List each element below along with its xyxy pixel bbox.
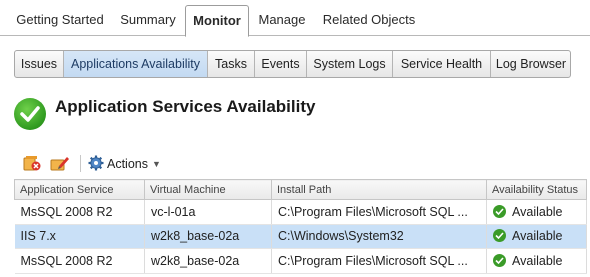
- table-row[interactable]: MsSQL 2008 R2 w2k8_base-02a C:\Program F…: [14, 248, 587, 274]
- actions-label: Actions: [107, 157, 148, 171]
- cell-service: MsSQL 2008 R2: [14, 248, 145, 274]
- column-header-availability-status[interactable]: Availability Status: [486, 179, 587, 200]
- tab-related-objects[interactable]: Related Objects: [316, 5, 422, 36]
- tab-summary[interactable]: Summary: [112, 5, 184, 36]
- cell-vm: w2k8_base-02a: [144, 248, 272, 274]
- chevron-down-icon: ▼: [152, 159, 161, 169]
- subtab-events[interactable]: Events: [255, 51, 307, 77]
- status-text: Available: [512, 229, 563, 244]
- cell-status: Available: [486, 248, 587, 274]
- page-title: Application Services Availability: [55, 97, 316, 116]
- tab-manage[interactable]: Manage: [251, 5, 313, 36]
- subtab-applications-availability[interactable]: Applications Availability: [64, 51, 208, 77]
- cell-service: MsSQL 2008 R2: [14, 199, 145, 225]
- cell-path: C:\Program Files\Microsoft SQL ...: [271, 248, 487, 274]
- cell-vm: w2k8_base-02a: [144, 224, 272, 249]
- status-text: Available: [512, 204, 563, 219]
- tab-getting-started[interactable]: Getting Started: [10, 5, 110, 36]
- subtab-issues[interactable]: Issues: [15, 51, 64, 77]
- edit-service-icon[interactable]: [50, 154, 70, 172]
- subtab-log-browser[interactable]: Log Browser: [491, 51, 571, 77]
- green-check-icon: [14, 98, 46, 130]
- table-row[interactable]: MsSQL 2008 R2 vc-l-01a C:\Program Files\…: [14, 199, 587, 225]
- cell-path: C:\Program Files\Microsoft SQL ...: [271, 199, 487, 225]
- table-row-selected[interactable]: IIS 7.x w2k8_base-02a C:\Windows\System3…: [14, 224, 587, 249]
- column-header-application-service[interactable]: Application Service: [14, 179, 145, 200]
- column-header-install-path[interactable]: Install Path: [271, 179, 487, 200]
- table-header-row: Application Service Virtual Machine Inst…: [14, 179, 587, 200]
- cell-vm: vc-l-01a: [144, 199, 272, 225]
- subtab-tasks[interactable]: Tasks: [208, 51, 255, 77]
- top-tab-bar: Getting Started Summary Monitor Manage R…: [0, 0, 590, 37]
- cell-service: IIS 7.x: [14, 224, 145, 249]
- column-header-virtual-machine[interactable]: Virtual Machine: [144, 179, 272, 200]
- toolbar-separator: [80, 155, 81, 172]
- cell-status: Available: [486, 224, 587, 249]
- available-check-icon: [493, 253, 506, 267]
- cell-status: Available: [486, 199, 587, 225]
- available-check-icon: [493, 204, 506, 218]
- subtab-system-logs[interactable]: System Logs: [307, 51, 393, 77]
- app-services-table: Application Service Virtual Machine Inst…: [14, 179, 587, 274]
- available-check-icon: [493, 229, 506, 243]
- sub-tab-bar: Issues Applications Availability Tasks E…: [14, 50, 571, 78]
- tab-monitor[interactable]: Monitor: [185, 5, 249, 37]
- gear-icon: [88, 155, 104, 171]
- status-text: Available: [512, 253, 563, 268]
- remove-service-icon[interactable]: [22, 154, 42, 172]
- subtab-service-health[interactable]: Service Health: [393, 51, 491, 77]
- actions-menu-button[interactable]: Actions ▼: [88, 154, 161, 174]
- cell-path: C:\Windows\System32: [271, 224, 487, 249]
